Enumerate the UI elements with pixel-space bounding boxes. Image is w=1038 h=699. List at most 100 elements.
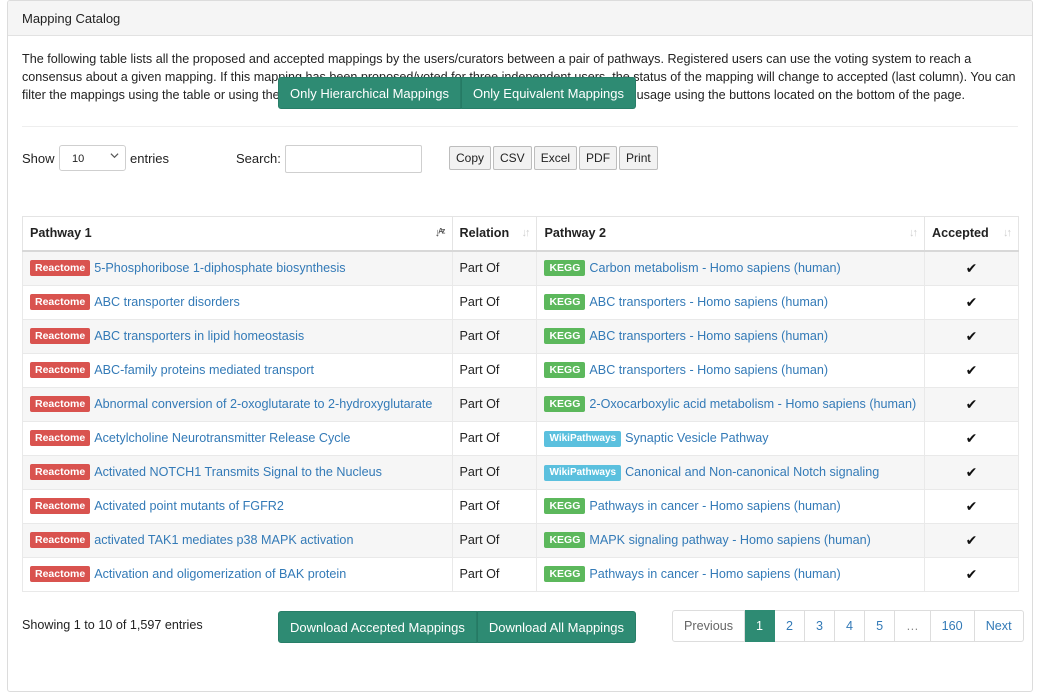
pathway2-cell: KEGG Pathways in cancer - Homo sapiens (h… — [536, 556, 926, 592]
download-all-button[interactable]: Download All Mappings — [476, 611, 637, 643]
pathway1-link[interactable]: Activated point mutants of FGFR2 — [94, 499, 284, 513]
accepted-cell: ✔ — [924, 420, 1019, 456]
pathway2-cell: KEGG ABC transporters - Homo sapiens (hum… — [536, 284, 926, 320]
pathway1-link[interactable]: activated TAK1 mediates p38 MAPK activat… — [94, 533, 353, 547]
download-accepted-button[interactable]: Download Accepted Mappings — [278, 611, 477, 643]
pathway1-cell: Reactome ABC transporter disorders — [22, 284, 453, 320]
table-row: Reactome Activated NOTCH1 Transmits Signa… — [22, 454, 1019, 490]
pathway2-cell: KEGG Pathways in cancer - Homo sapiens (h… — [536, 488, 926, 524]
pathway2-link[interactable]: Carbon metabolism - Homo sapiens (human) — [589, 261, 840, 275]
pathway2-cell: KEGG ABC transporters - Homo sapiens (hum… — [536, 318, 926, 354]
pagination-page[interactable]: 3 — [805, 610, 836, 642]
show-label: Show — [22, 151, 55, 166]
pagination-page[interactable]: 1 — [745, 610, 776, 642]
header-pathway1[interactable]: Pathway 1 ↓ᴬᶻ — [22, 216, 453, 252]
database-badge: KEGG — [544, 395, 586, 412]
database-badge: Reactome — [30, 463, 91, 480]
check-icon: ✔ — [965, 361, 978, 378]
relation-text: Part Of — [459, 294, 500, 309]
pathway1-link[interactable]: Acetylcholine Neurotransmitter Release C… — [94, 431, 350, 445]
excel-button[interactable]: Excel — [533, 146, 578, 170]
relation-cell: Part Of — [451, 488, 538, 524]
database-badge: WikiPathways — [544, 430, 622, 447]
divider — [22, 126, 1018, 127]
pathway2-link[interactable]: ABC transporters - Homo sapiens (human) — [589, 363, 828, 377]
database-badge: KEGG — [544, 531, 586, 548]
check-icon: ✔ — [965, 463, 978, 480]
accepted-cell: ✔ — [924, 250, 1019, 286]
pagination-page[interactable]: 2 — [775, 610, 806, 642]
table-row: Reactome ABC transporter disorders Part Of… — [22, 284, 1019, 320]
pathway2-link[interactable]: Pathways in cancer - Homo sapiens (human… — [589, 499, 840, 513]
pathway2-cell: KEGG Carbon metabolism - Homo sapiens (hu… — [536, 250, 926, 286]
check-icon: ✔ — [965, 293, 978, 310]
table-info: Showing 1 to 10 of 1,597 entries — [22, 618, 203, 632]
relation-cell: Part Of — [451, 250, 538, 286]
pagination-page[interactable]: 160 — [930, 610, 975, 642]
search-input[interactable] — [285, 145, 422, 173]
header-relation[interactable]: Relation ↓↑ — [451, 216, 538, 252]
database-badge: Reactome — [30, 429, 91, 446]
pathway2-link[interactable]: MAPK signaling pathway - Homo sapiens (h… — [589, 533, 870, 547]
pagination-page[interactable]: 5 — [865, 610, 896, 642]
table-header-row: Pathway 1 ↓ᴬᶻ Relation ↓↑ Pathway 2 ↓↑ Acce… — [22, 216, 1019, 252]
sort-alpha-asc-icon: ↓ᴬᶻ — [434, 227, 446, 239]
pathway2-cell: KEGG MAPK signaling pathway - Homo sapien… — [536, 522, 926, 558]
pagination-page[interactable]: 4 — [835, 610, 866, 642]
database-badge: Reactome — [30, 361, 91, 378]
pathway1-link[interactable]: Activation and oligomerization of BAK pr… — [94, 567, 346, 581]
pathway1-link[interactable]: ABC transporters in lipid homeostasis — [94, 329, 304, 343]
pathway2-link[interactable]: ABC transporters - Homo sapiens (human) — [589, 329, 828, 343]
chevron-down-icon — [110, 151, 119, 163]
pathway2-link[interactable]: Canonical and Non-canonical Notch signal… — [625, 465, 879, 479]
pathway1-link[interactable]: Abnormal conversion of 2-oxoglutarate to… — [94, 397, 432, 411]
database-badge: Reactome — [30, 497, 91, 514]
pagination-previous[interactable]: Previous — [672, 610, 745, 642]
accepted-cell: ✔ — [924, 556, 1019, 592]
print-button[interactable]: Print — [619, 146, 658, 170]
only-hierarchical-button[interactable]: Only Hierarchical Mappings — [278, 77, 461, 109]
relation-cell: Part Of — [451, 386, 538, 422]
pathway2-link[interactable]: 2-Oxocarboxylic acid metabolism - Homo s… — [589, 397, 916, 411]
sort-icon: ↓↑ — [909, 227, 918, 239]
header-accepted[interactable]: Accepted ↓↑ — [924, 216, 1019, 252]
copy-button[interactable]: Copy — [449, 146, 492, 170]
only-equivalent-button[interactable]: Only Equivalent Mappings — [460, 77, 636, 109]
entries-label: entries — [130, 151, 170, 166]
pathway2-cell: KEGG 2-Oxocarboxylic acid metabolism - Ho… — [536, 386, 926, 422]
database-badge: Reactome — [30, 327, 91, 344]
export-button-group: Copy CSV Excel PDF Print — [449, 146, 658, 170]
database-badge: Reactome — [30, 565, 91, 582]
pathway1-link[interactable]: ABC transporter disorders — [94, 295, 240, 309]
database-badge: KEGG — [544, 327, 586, 344]
table-row: Reactome Abnormal conversion of 2-oxoglut… — [22, 386, 1019, 422]
accepted-cell: ✔ — [924, 318, 1019, 354]
relation-cell: Part Of — [451, 318, 538, 354]
mapping-catalog-panel: Mapping Catalog The following table list… — [7, 0, 1033, 692]
relation-cell: Part Of — [451, 454, 538, 490]
pathway1-link[interactable]: 5-Phosphoribose 1-diphosphate biosynthes… — [94, 261, 345, 275]
pagination-next[interactable]: Next — [974, 610, 1024, 642]
csv-button[interactable]: CSV — [493, 146, 532, 170]
check-icon: ✔ — [965, 429, 978, 446]
pathway2-link[interactable]: ABC transporters - Homo sapiens (human) — [589, 295, 828, 309]
pathway2-link[interactable]: Synaptic Vesicle Pathway — [625, 431, 769, 445]
accepted-cell: ✔ — [924, 386, 1019, 422]
relation-cell: Part Of — [451, 352, 538, 388]
accepted-cell: ✔ — [924, 352, 1019, 388]
table-row: Reactome 5-Phosphoribose 1-diphosphate bi… — [22, 250, 1019, 286]
download-button-group: Download Accepted Mappings Download All … — [278, 611, 637, 643]
pathway2-cell: WikiPathways Synaptic Vesicle Pathway — [536, 420, 926, 456]
header-pathway1-label: Pathway 1 — [30, 226, 92, 241]
pathway1-cell: Reactome 5-Phosphoribose 1-diphosphate bi… — [22, 250, 453, 286]
pathway1-cell: Reactome Abnormal conversion of 2-oxoglut… — [22, 386, 453, 422]
entries-length-select[interactable]: 10 — [59, 145, 126, 171]
header-pathway2[interactable]: Pathway 2 ↓↑ — [536, 216, 926, 252]
relation-text: Part Of — [459, 498, 500, 513]
table-controls: Show 10 entries Search: Copy CSV Excel P… — [22, 145, 1018, 175]
database-badge: Reactome — [30, 259, 91, 276]
pathway2-link[interactable]: Pathways in cancer - Homo sapiens (human… — [589, 567, 840, 581]
pdf-button[interactable]: PDF — [579, 146, 618, 170]
pathway1-link[interactable]: ABC-family proteins mediated transport — [94, 363, 314, 377]
pathway1-link[interactable]: Activated NOTCH1 Transmits Signal to the… — [94, 465, 382, 479]
